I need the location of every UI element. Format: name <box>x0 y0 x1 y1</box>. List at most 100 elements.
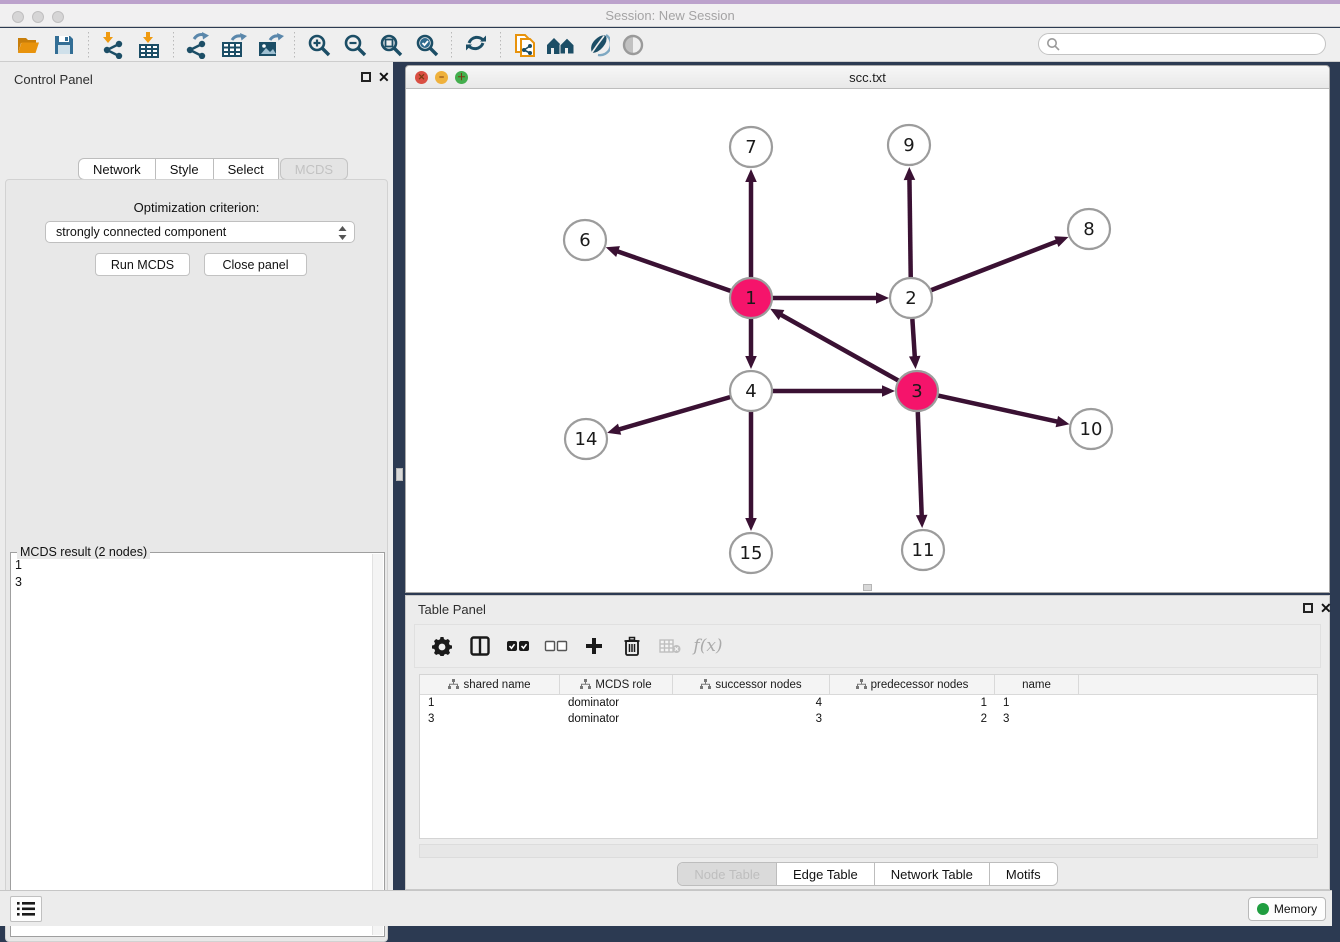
edge-3-10[interactable] <box>938 395 1059 421</box>
zoom-in-icon[interactable] <box>304 31 334 59</box>
table-panel-title: Table Panel <box>418 602 486 617</box>
control-panel-float-icon[interactable] <box>361 72 371 82</box>
edge-arrowhead <box>745 169 757 182</box>
mcds-result-box: MCDS result (2 nodes) 1 3 <box>10 552 385 937</box>
add-row-icon[interactable] <box>581 633 607 659</box>
vertical-splitter-handle[interactable] <box>396 468 403 481</box>
column-header-successor-nodes[interactable]: successor nodes <box>673 675 830 694</box>
table-cell[interactable]: 1 <box>995 697 1079 709</box>
close-panel-button[interactable]: Close panel <box>204 253 307 276</box>
column-header-MCDS-role[interactable]: MCDS role <box>560 675 673 694</box>
table-cell[interactable]: 3 <box>995 713 1079 725</box>
new-network-from-selection-icon[interactable] <box>510 31 540 59</box>
tab-style[interactable]: Style <box>156 158 214 180</box>
criterion-select[interactable]: strongly connected component <box>45 221 355 243</box>
gear-icon[interactable] <box>429 633 455 659</box>
edge-4-14[interactable] <box>618 397 731 430</box>
horizontal-splitter-handle[interactable] <box>863 584 872 591</box>
edge-arrowhead <box>909 356 921 369</box>
table-row[interactable]: 1dominator411 <box>420 695 1317 711</box>
export-image-icon[interactable] <box>255 31 285 59</box>
zoom-out-icon[interactable] <box>340 31 370 59</box>
table-cell[interactable]: dominator <box>560 713 673 725</box>
edge-2-8[interactable] <box>931 241 1059 290</box>
node-label: 4 <box>745 381 756 402</box>
search-input[interactable] <box>1060 35 1325 53</box>
edge-1-6[interactable] <box>616 251 731 291</box>
column-header-shared-name[interactable]: shared name <box>420 675 560 694</box>
network-window-title: scc.txt <box>406 70 1329 85</box>
node-label: 8 <box>1083 219 1094 240</box>
edge-arrowhead <box>882 385 895 397</box>
table-cell[interactable]: 4 <box>673 697 830 709</box>
zoom-fit-icon[interactable] <box>376 31 406 59</box>
memory-button[interactable]: Memory <box>1248 897 1326 921</box>
delete-table-icon <box>657 633 683 659</box>
edge-3-1[interactable] <box>780 314 899 381</box>
network-canvas[interactable]: 7968124314101511 <box>406 89 1329 592</box>
table-row[interactable]: 3dominator323 <box>420 711 1317 727</box>
deselect-all-icon[interactable] <box>543 633 569 659</box>
network-window-titlebar[interactable]: ✕ − ＋ scc.txt <box>406 66 1329 89</box>
memory-status-icon <box>1257 903 1269 915</box>
tab-network[interactable]: Network <box>78 158 156 180</box>
export-table-icon[interactable] <box>219 31 249 59</box>
table-cell[interactable]: 1 <box>420 697 560 709</box>
node-label: 14 <box>575 429 598 450</box>
apply-style-icon[interactable] <box>582 31 612 59</box>
export-network-icon[interactable] <box>183 31 213 59</box>
table-cell[interactable]: 3 <box>673 713 830 725</box>
node-label: 15 <box>740 543 763 564</box>
node-label: 6 <box>579 230 590 251</box>
node-table[interactable]: shared nameMCDS rolesuccessor nodesprede… <box>419 674 1318 839</box>
table-panel-float-icon[interactable] <box>1303 603 1313 613</box>
edge-2-9[interactable] <box>909 178 910 277</box>
zoom-selected-icon[interactable] <box>412 31 442 59</box>
tab-mcds[interactable]: MCDS <box>280 158 348 180</box>
table-cell[interactable]: 2 <box>830 713 995 725</box>
edge-2-3[interactable] <box>912 319 915 358</box>
optimization-criterion-label: Optimization criterion: <box>6 200 387 215</box>
run-mcds-button[interactable]: Run MCDS <box>95 253 190 276</box>
memory-label: Memory <box>1274 902 1317 916</box>
edge-arrowhead <box>876 292 889 304</box>
table-panel: Table Panel ✕ f(x) shared nameMCDS roles… <box>405 595 1330 890</box>
control-panel: Control Panel ✕ Network Style Select MCD… <box>0 62 393 890</box>
toolbar-separator <box>88 32 89 58</box>
column-header-name[interactable]: name <box>995 675 1079 694</box>
search-icon <box>1046 37 1060 51</box>
node-label: 11 <box>912 540 935 561</box>
open-file-icon[interactable] <box>13 31 43 59</box>
table-scrollbar[interactable] <box>419 844 1318 858</box>
split-columns-icon[interactable] <box>467 633 493 659</box>
tab-motifs[interactable]: Motifs <box>989 863 1057 885</box>
column-header-predecessor-nodes[interactable]: predecessor nodes <box>830 675 995 694</box>
edge-arrowhead <box>916 515 928 528</box>
show-hide-icon[interactable] <box>618 31 648 59</box>
save-session-icon[interactable] <box>49 31 79 59</box>
mcds-result-scrollbar[interactable] <box>372 554 383 935</box>
refresh-icon[interactable] <box>461 31 491 59</box>
table-cell[interactable]: dominator <box>560 697 673 709</box>
tab-network-table[interactable]: Network Table <box>874 863 989 885</box>
delete-icon[interactable] <box>619 633 645 659</box>
import-table-icon[interactable] <box>134 31 164 59</box>
tab-node-table[interactable]: Node Table <box>678 863 776 885</box>
search-field[interactable] <box>1038 33 1326 55</box>
table-panel-close-icon[interactable]: ✕ <box>1320 603 1332 613</box>
first-neighbors-icon[interactable] <box>546 31 576 59</box>
table-cell[interactable]: 3 <box>420 713 560 725</box>
import-network-icon[interactable] <box>98 31 128 59</box>
edge-arrowhead <box>745 356 757 369</box>
edge-3-11[interactable] <box>918 412 922 517</box>
toolbar-separator <box>500 32 501 58</box>
tab-edge-table[interactable]: Edge Table <box>776 863 874 885</box>
window-title: Session: New Session <box>0 8 1340 23</box>
edge-arrowhead <box>1056 416 1070 427</box>
select-all-icon[interactable] <box>505 633 531 659</box>
toolbar-separator <box>173 32 174 58</box>
control-panel-close-icon[interactable]: ✕ <box>378 72 390 82</box>
table-cell[interactable]: 1 <box>830 697 995 709</box>
task-history-button[interactable] <box>10 896 42 922</box>
tab-select[interactable]: Select <box>214 158 279 180</box>
